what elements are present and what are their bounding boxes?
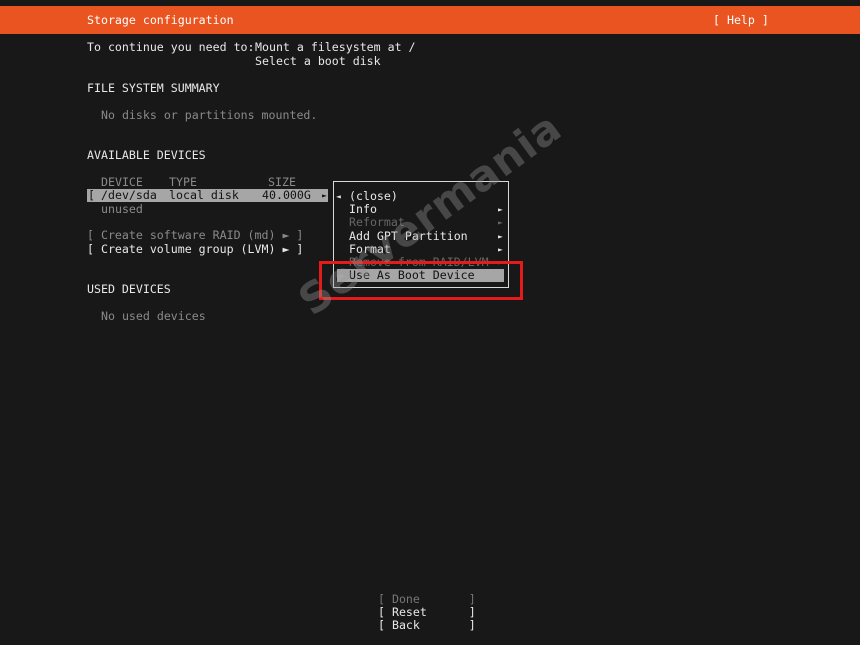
fs-summary-empty: No disks or partitions mounted. [101,108,318,122]
used-devices-empty: No used devices [101,309,206,323]
intro-line-mount: Mount a filesystem at / [255,40,416,54]
available-devices-heading: AVAILABLE DEVICES [87,148,206,162]
back-button[interactable]: [ Back ] [378,618,476,632]
device-row-sda[interactable]: [ /dev/sda local disk 40.000G ► [87,188,328,202]
device-size: 40.000G [262,188,311,202]
help-button[interactable]: [ Help ] [713,13,769,27]
used-devices-heading: USED DEVICES [87,282,171,296]
row-bracket: [ [88,188,95,202]
device-name: /dev/sda [101,188,157,202]
chevron-right-icon: ► [498,245,503,254]
intro-label: To continue you need to: [87,40,255,54]
device-type: local disk [169,188,239,202]
intro-line-boot: Select a boot disk [255,54,381,68]
chevron-right-icon: ► [498,232,503,241]
fs-summary-heading: FILE SYSTEM SUMMARY [87,81,220,95]
create-raid-button: [ Create software RAID (md) ► ] [87,228,304,242]
device-status: unused [101,202,143,216]
chevron-right-icon: ► [498,205,503,214]
chevron-left-icon: ◄ [336,192,341,201]
title-bar: Storage configuration [ Help ] [0,6,860,34]
create-lvm-button[interactable]: [ Create volume group (LVM) ► ] [87,242,303,256]
chevron-right-icon: ► [322,191,327,200]
chevron-right-icon: ► [498,218,503,227]
page-title: Storage configuration [87,13,234,27]
